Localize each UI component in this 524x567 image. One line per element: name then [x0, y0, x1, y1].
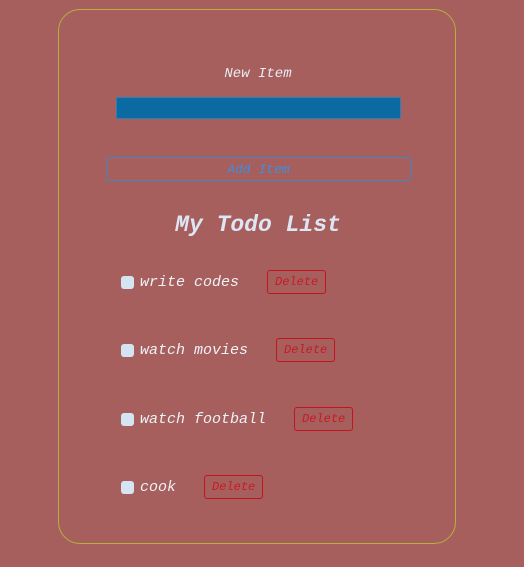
todo-text: cook [140, 478, 177, 496]
list-title: My Todo List [175, 212, 341, 238]
delete-button[interactable]: Delete [276, 338, 336, 362]
todo-card: New Item Add Item My Todo List write cod… [58, 9, 456, 544]
todo-item: write codes Delete [121, 270, 327, 294]
todo-item: watch football Delete [121, 407, 354, 431]
todo-text: watch movies [140, 341, 249, 359]
todo-checkbox[interactable] [121, 275, 134, 289]
new-item-input[interactable] [116, 97, 401, 119]
todo-item: cook Delete [121, 475, 264, 499]
todo-checkbox[interactable] [121, 480, 134, 494]
delete-button[interactable]: Delete [294, 407, 354, 431]
todo-text: watch football [140, 410, 267, 428]
todo-checkbox[interactable] [121, 343, 134, 357]
delete-button[interactable]: Delete [204, 475, 264, 499]
add-item-button[interactable]: Add Item [106, 157, 411, 181]
todo-text: write codes [140, 273, 240, 291]
new-item-label: New Item [224, 66, 292, 82]
delete-button[interactable]: Delete [267, 270, 327, 294]
todo-item: watch movies Delete [121, 338, 336, 362]
todo-checkbox[interactable] [121, 412, 134, 426]
